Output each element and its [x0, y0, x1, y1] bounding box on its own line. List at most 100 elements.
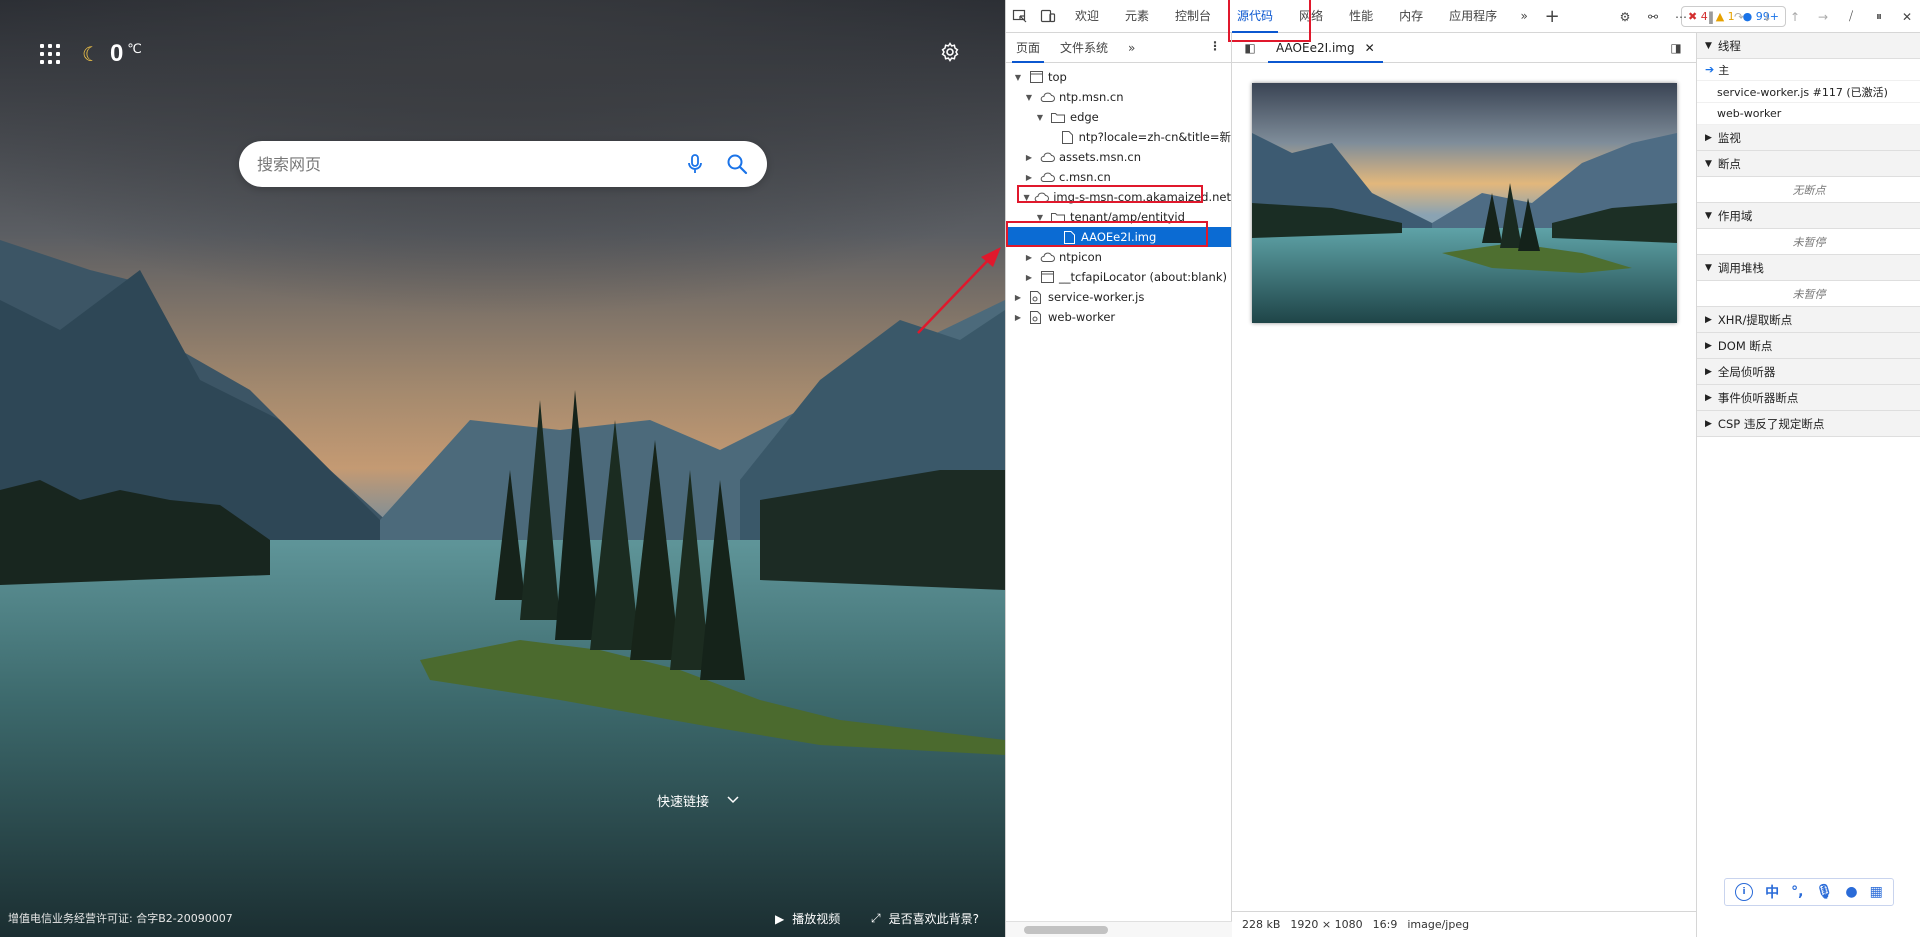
search-input[interactable] [257, 154, 665, 174]
settings-gear-icon[interactable] [940, 42, 960, 68]
triangle-down-icon[interactable]: ▼ [1023, 193, 1030, 202]
debugger-section-header[interactable]: ▶ 事件侦听器断点 [1697, 385, 1920, 411]
deactivate-breakpoints-icon[interactable]: ⧸ [1837, 0, 1865, 33]
app-launcher-icon[interactable] [40, 44, 60, 64]
license-text[interactable]: 增值电信业务经营许可证: 合字B2-20090007 [8, 910, 233, 926]
thread-web-worker[interactable]: web-worker [1697, 103, 1920, 125]
more-subtabs-chevron-icon[interactable]: » [1118, 33, 1145, 63]
file-size: 228 kB [1242, 918, 1281, 931]
tree-item[interactable]: ▶ assets.msn.cn [1006, 147, 1231, 167]
debugger-section-title: 作用域 [1717, 208, 1753, 223]
tree-item[interactable]: ntp?locale=zh-cn&title=新 [1006, 127, 1231, 147]
microphone-icon[interactable] [683, 152, 707, 176]
tree-item[interactable]: ▶ service-worker.js [1006, 287, 1231, 307]
tree-item-label: top [1048, 70, 1067, 84]
gear-file-icon [1028, 290, 1044, 304]
tab-memory[interactable]: 内存 [1386, 0, 1436, 33]
navigator-horizontal-scrollbar[interactable] [1006, 921, 1232, 937]
search-icon[interactable] [725, 152, 749, 176]
step-icon[interactable]: → [1809, 0, 1837, 33]
debugger-toolbar: ‖ ↷ ↓ ↑ → ⧸ ⏸ ✕ [1697, 0, 1920, 33]
debugger-section-header[interactable]: ▶ CSP 违反了规定断点 [1697, 411, 1920, 437]
triangle-down-icon[interactable]: ▼ [1034, 113, 1046, 122]
ime-user-icon[interactable]: ● [1845, 884, 1857, 900]
ime-logo-icon[interactable]: i [1735, 883, 1754, 901]
triangle-down-icon[interactable]: ▼ [1034, 213, 1046, 222]
ime-microphone-icon[interactable]: 🎙 [1816, 884, 1834, 900]
tree-item[interactable]: ▼ tenant/amp/entityid [1006, 207, 1231, 227]
toggle-debugger-icon[interactable]: ◨ [1662, 31, 1690, 64]
settings-gear-icon[interactable]: ⚙ [1611, 0, 1639, 33]
debugger-section-header[interactable]: ▼ 作用域 [1697, 203, 1920, 229]
quick-links-toggle[interactable]: 快速链接 [657, 791, 739, 810]
pause-on-exceptions-icon[interactable]: ⏸ [1865, 0, 1893, 33]
thread-main[interactable]: ➔ 主 [1697, 59, 1920, 81]
inspect-element-icon[interactable] [1006, 0, 1034, 33]
triangle-right-icon[interactable]: ▶ [1012, 293, 1024, 302]
debugger-section-header[interactable]: ▶ 全局侦听器 [1697, 359, 1920, 385]
close-icon[interactable]: ✕ [1893, 0, 1920, 33]
threads-section-header[interactable]: ▼ 线程 [1697, 33, 1920, 59]
tab-elements[interactable]: 元素 [1112, 0, 1162, 33]
add-tab-plus-icon[interactable]: + [1538, 0, 1566, 33]
play-video-button[interactable]: ▶ 播放视频 [775, 910, 840, 927]
tab-performance[interactable]: 性能 [1336, 0, 1386, 33]
tree-item[interactable]: ▼ edge [1006, 107, 1231, 127]
tree-item[interactable]: ▶ __tcfapiLocator (about:blank) [1006, 267, 1231, 287]
tree-item[interactable]: ▶ c.msn.cn [1006, 167, 1231, 187]
close-tab-icon[interactable]: ✕ [1365, 33, 1375, 63]
tree-item[interactable]: ▼ ntp.msn.cn [1006, 87, 1231, 107]
ime-punctuation-icon[interactable]: °, [1791, 884, 1803, 900]
debugger-section-title: 全局侦听器 [1717, 364, 1776, 379]
thread-service-worker[interactable]: service-worker.js #117 (已激活) [1697, 81, 1920, 103]
temperature-value[interactable]: 0 [110, 40, 123, 68]
moon-weather-icon[interactable]: ☾ [82, 42, 100, 67]
more-tabs-chevron-icon[interactable]: » [1510, 0, 1538, 33]
tree-item-selected[interactable]: AAOEe2I.img [1006, 227, 1231, 247]
mime-type: image/jpeg [1407, 918, 1470, 931]
triangle-right-icon[interactable]: ▶ [1023, 173, 1035, 182]
step-out-icon[interactable]: ↑ [1781, 0, 1809, 33]
debugger-section-header[interactable]: ▶ XHR/提取断点 [1697, 307, 1920, 333]
debugger-section-header[interactable]: ▼ 断点 [1697, 151, 1920, 177]
step-into-icon[interactable]: ↓ [1753, 0, 1781, 33]
tree-item[interactable]: ▼ top [1006, 67, 1231, 87]
tree-item[interactable]: ▼ img-s-msn-com.akamaized.net [1006, 187, 1231, 207]
tab-console[interactable]: 控制台 [1162, 0, 1224, 33]
threads-title: 线程 [1717, 38, 1741, 53]
image-dimensions: 1920 × 1080 [1290, 918, 1363, 931]
tree-item-label: c.msn.cn [1059, 170, 1111, 184]
triangle-right-icon: ▶ [1705, 392, 1712, 403]
tree-item-label: ntp?locale=zh-cn&title=新 [1078, 130, 1231, 144]
subtab-page[interactable]: 页面 [1006, 33, 1050, 63]
like-background-button[interactable]: ⤢ 是否喜欢此背景? [871, 910, 979, 927]
debugger-section-header[interactable]: ▶ 监视 [1697, 125, 1920, 151]
debugger-section-header[interactable]: ▶ DOM 断点 [1697, 333, 1920, 359]
step-over-icon[interactable]: ↷ [1725, 0, 1753, 33]
tab-application[interactable]: 应用程序 [1436, 0, 1510, 33]
triangle-down-icon[interactable]: ▼ [1012, 73, 1024, 82]
ime-grid-icon[interactable]: ▦ [1870, 884, 1883, 900]
triangle-right-icon[interactable]: ▶ [1023, 253, 1035, 262]
tab-sources[interactable]: 源代码 [1224, 0, 1286, 33]
open-file-tab[interactable]: AAOEe2I.img ✕ [1268, 33, 1383, 63]
tree-item[interactable]: ▶ web-worker [1006, 307, 1231, 327]
device-emulation-icon[interactable] [1034, 0, 1062, 33]
triangle-down-icon[interactable]: ▼ [1023, 93, 1035, 102]
pause-icon[interactable]: ‖ [1697, 0, 1725, 33]
triangle-right-icon[interactable]: ▶ [1023, 153, 1035, 162]
tab-network[interactable]: 网络 [1286, 0, 1336, 33]
tree-item-label: edge [1070, 110, 1099, 124]
triangle-right-icon[interactable]: ▶ [1012, 313, 1024, 322]
triangle-right-icon[interactable]: ▶ [1023, 273, 1035, 282]
subtab-filesystem[interactable]: 文件系统 [1050, 33, 1118, 63]
toggle-navigator-icon[interactable]: ◧ [1236, 31, 1264, 64]
more-options-icon[interactable]: ⋯ [1667, 0, 1695, 33]
debugger-section-header[interactable]: ▼ 调用堆栈 [1697, 255, 1920, 281]
tab-welcome[interactable]: 欢迎 [1062, 0, 1112, 33]
share-link-icon[interactable]: ⚯ [1639, 0, 1667, 33]
ime-language-toggle[interactable]: 中 [1765, 882, 1779, 902]
navigator-menu-icon[interactable]: ⋮ [1209, 39, 1221, 53]
tree-item-label: AAOEe2I.img [1081, 230, 1157, 244]
tree-item[interactable]: ▶ ntpicon [1006, 247, 1231, 267]
